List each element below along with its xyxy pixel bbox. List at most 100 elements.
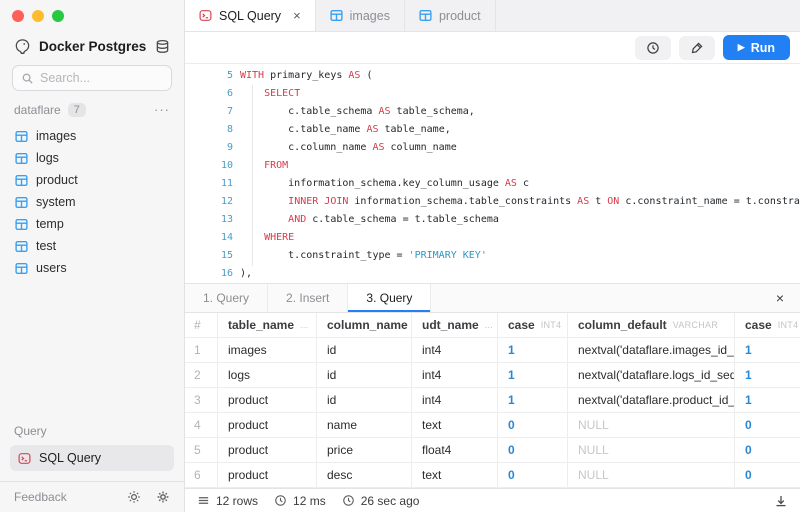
row-number: 4 — [185, 413, 218, 437]
code-line: 15 t.constraint_type = 'PRIMARY KEY' — [185, 247, 800, 265]
line-number: 14 — [185, 232, 233, 243]
column-header-index[interactable]: # — [185, 313, 218, 337]
table-cell[interactable]: 1 — [735, 338, 800, 362]
sidebar-item-images[interactable]: images — [0, 125, 184, 147]
schema-more-button[interactable]: ··· — [154, 106, 170, 114]
table-cell[interactable]: 0 — [498, 463, 568, 487]
tab-images[interactable]: images — [316, 0, 405, 31]
query-section: Query SQL Query — [0, 424, 184, 481]
query-history-button[interactable] — [635, 36, 671, 60]
feedback-link[interactable]: Feedback — [14, 490, 67, 504]
table-cell[interactable]: int4 — [412, 363, 498, 387]
table-cell[interactable]: float4 — [412, 438, 498, 462]
run-query-button[interactable]: ▶ Run — [723, 35, 790, 60]
table-cell[interactable]: 0 — [498, 438, 568, 462]
table-label: users — [36, 261, 67, 275]
sql-icon — [199, 9, 212, 22]
sidebar-item-sql-query[interactable]: SQL Query — [10, 445, 174, 471]
table-cell[interactable]: images — [218, 338, 317, 362]
code-text: WITH primary_keys AS ( — [240, 70, 372, 81]
sidebar-item-temp[interactable]: temp — [0, 213, 184, 235]
table-cell[interactable]: desc — [317, 463, 412, 487]
table-label: system — [36, 195, 76, 209]
results-tab-2-insert[interactable]: 2. Insert — [268, 284, 348, 312]
sidebar-item-system[interactable]: system — [0, 191, 184, 213]
search-input[interactable] — [40, 71, 163, 85]
close-results-icon[interactable]: × — [776, 290, 800, 306]
table-cell[interactable]: id — [317, 363, 412, 387]
format-query-button[interactable] — [679, 36, 715, 60]
table-cell[interactable]: product — [218, 413, 317, 437]
minimize-window-button[interactable] — [32, 10, 44, 22]
table-cell[interactable]: 1 — [735, 363, 800, 387]
settings-gear-icon[interactable] — [156, 490, 170, 504]
table-cell[interactable]: id — [317, 338, 412, 362]
sidebar-item-product[interactable]: product — [0, 169, 184, 191]
tab-product[interactable]: product — [405, 0, 496, 31]
table-cell[interactable]: logs — [218, 363, 317, 387]
code-line: 10 FROM — [185, 156, 800, 174]
results-tab-1-query[interactable]: 1. Query — [185, 284, 268, 312]
table-cell[interactable]: 0 — [498, 413, 568, 437]
download-results-button[interactable] — [774, 494, 788, 508]
database-icon[interactable] — [155, 39, 170, 54]
table-cell[interactable]: product — [218, 463, 317, 487]
search-box[interactable] — [12, 65, 172, 91]
column-header-udt-name[interactable]: udt_name... — [412, 313, 498, 337]
line-number: 7 — [185, 106, 233, 117]
table-cell[interactable]: name — [317, 413, 412, 437]
table-cell[interactable]: 1 — [498, 363, 568, 387]
column-header-column-default[interactable]: column_defaultVARCHAR — [568, 313, 735, 337]
table-cell[interactable]: NULL — [568, 438, 735, 462]
table-cell[interactable]: int4 — [412, 388, 498, 412]
table-cell[interactable]: product — [218, 438, 317, 462]
code-text: AND c.table_schema = t.table_schema — [240, 214, 499, 225]
code-line: 8 c.table_name AS table_name, — [185, 120, 800, 138]
table-cell[interactable]: price — [317, 438, 412, 462]
tab-sql-query[interactable]: SQL Query× — [185, 0, 316, 31]
table-cell[interactable]: 0 — [735, 463, 800, 487]
table-cell[interactable]: NULL — [568, 463, 735, 487]
table-cell[interactable]: nextval('dataflare.images_id_s... — [568, 338, 735, 362]
schema-name: dataflare — [14, 103, 61, 117]
table-cell[interactable]: NULL — [568, 413, 735, 437]
main-area: SQL Query×imagesproduct ▶ Run 5WITH prim… — [185, 0, 800, 512]
column-header-table-name[interactable]: table_name... — [218, 313, 317, 337]
table-cell[interactable]: 0 — [735, 438, 800, 462]
column-header-case[interactable]: caseINT4 — [735, 313, 800, 337]
sidebar-item-logs[interactable]: logs — [0, 147, 184, 169]
table-cell[interactable]: nextval('dataflare.product_id_... — [568, 388, 735, 412]
line-number: 10 — [185, 160, 233, 171]
column-type-label: ... — [485, 320, 493, 330]
row-number: 2 — [185, 363, 218, 387]
editor-toolbar: ▶ Run — [185, 32, 800, 64]
code-line: 9 c.column_name AS column_name — [185, 138, 800, 156]
table-cell[interactable]: 1 — [498, 338, 568, 362]
sql-editor[interactable]: 5WITH primary_keys AS (6 SELECT7 c.table… — [185, 64, 800, 283]
table-cell[interactable]: 1 — [498, 388, 568, 412]
table-label: product — [36, 173, 78, 187]
code-text: c.table_schema AS table_schema, — [240, 106, 475, 117]
sidebar-item-users[interactable]: users — [0, 257, 184, 279]
schema-row: dataflare 7 ··· — [0, 101, 184, 125]
table-cell[interactable]: text — [412, 463, 498, 487]
close-icon[interactable]: × — [293, 8, 301, 23]
column-header-case[interactable]: caseINT4 — [498, 313, 568, 337]
line-number: 12 — [185, 196, 233, 207]
table-cell[interactable]: int4 — [412, 338, 498, 362]
table-cell[interactable]: product — [218, 388, 317, 412]
close-window-button[interactable] — [12, 10, 24, 22]
sidebar-item-test[interactable]: test — [0, 235, 184, 257]
table-cell[interactable]: text — [412, 413, 498, 437]
table-cell[interactable]: 0 — [735, 413, 800, 437]
table-cell[interactable]: 1 — [735, 388, 800, 412]
table-cell[interactable]: nextval('dataflare.logs_id_seq'... — [568, 363, 735, 387]
code-line: 7 c.table_schema AS table_schema, — [185, 102, 800, 120]
theme-toggle-icon[interactable] — [127, 490, 141, 504]
results-tab-3-query[interactable]: 3. Query — [348, 284, 431, 312]
zoom-window-button[interactable] — [52, 10, 64, 22]
rows-icon — [197, 494, 210, 507]
column-header-column-name[interactable]: column_name... — [317, 313, 412, 337]
table-icon — [15, 174, 28, 187]
table-cell[interactable]: id — [317, 388, 412, 412]
